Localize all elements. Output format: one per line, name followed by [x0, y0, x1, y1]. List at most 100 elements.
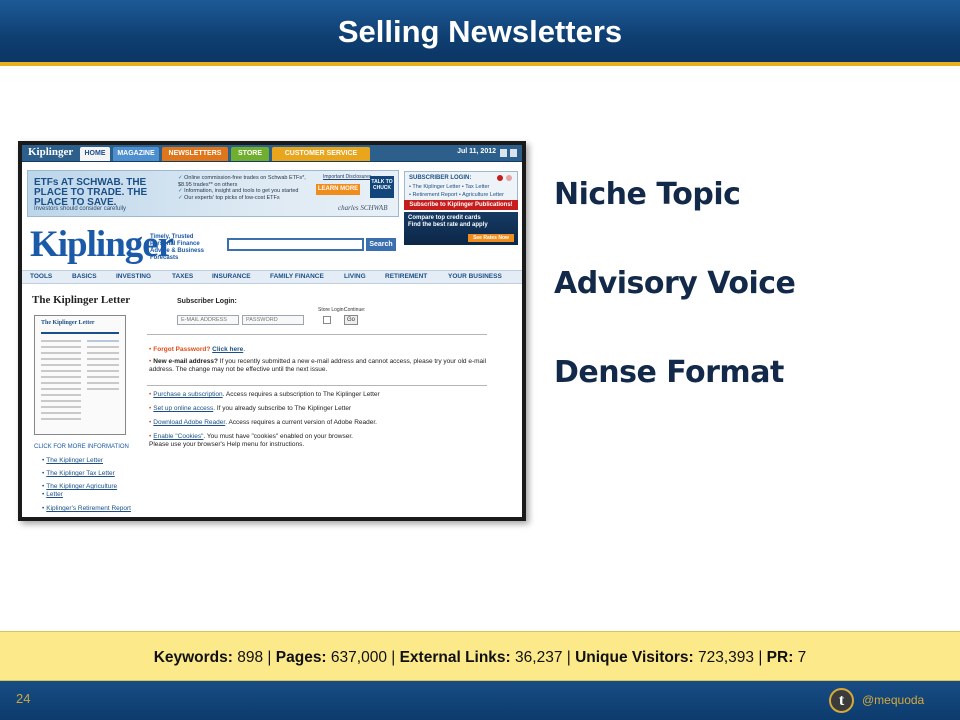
keywords-value: 898: [237, 649, 264, 666]
thumbnail-text: [41, 370, 81, 372]
continue-label: Continue:: [344, 307, 366, 313]
ad-headline: ETFs AT SCHWAB. THE PLACE TO TRADE. THE …: [34, 177, 148, 208]
thumbnail-text: [41, 376, 81, 378]
pages-label: Pages:: [275, 649, 327, 666]
point-dense-format: Dense Format: [554, 355, 784, 390]
tab-magazine[interactable]: MAGAZINE: [113, 147, 159, 161]
slide-header: Selling Newsletters: [0, 0, 960, 66]
tab-home[interactable]: HOME: [80, 147, 110, 161]
thumbnail-heading: The Kiplinger Letter: [41, 320, 95, 326]
ad-bullets: Online commission-free trades on Schwab …: [178, 175, 308, 201]
slide-footer: 24 t @mequoda: [0, 681, 960, 720]
letter-title: The Kiplinger Letter: [32, 294, 131, 306]
link-kiplinger-agriculture-letter-cont[interactable]: Letter: [42, 491, 63, 498]
thumbnail-text: [41, 406, 81, 408]
credit-card-ad[interactable]: Compare top credit cards Find the best r…: [404, 212, 518, 245]
thumbnail-text: [87, 370, 119, 372]
divider: [147, 385, 487, 386]
bullet-icon: •: [149, 346, 152, 353]
thumbnail-text: [41, 400, 81, 402]
stats-bar: Keywords: 898 | Pages: 637,000 | Externa…: [0, 631, 960, 681]
point-advisory-voice: Advisory Voice: [554, 266, 796, 301]
nav-taxes[interactable]: TAXES: [172, 273, 193, 280]
password-field[interactable]: PASSWORD: [242, 315, 304, 325]
kiplinger-date: Jul 11, 2012: [457, 148, 496, 155]
stats-text: Keywords: 898 | Pages: 637,000 | Externa…: [153, 649, 807, 666]
ad-bullet: Online commission-free trades on Schwab …: [178, 175, 308, 188]
setup-online-access-link[interactable]: Set up online access: [153, 405, 213, 412]
purchase-subscription-link[interactable]: Purchase a subscription: [153, 391, 222, 398]
thumbnail-text: [41, 394, 81, 396]
new-email-item: • New e-mail address? If you recently sub…: [149, 358, 489, 374]
point-niche-topic: Niche Topic: [554, 177, 741, 212]
nav-basics[interactable]: BASICS: [72, 273, 97, 280]
thumbnail-text: [41, 382, 81, 384]
cookies-item: • Enable "Cookies". You must have "cookie…: [149, 433, 489, 449]
nav-retirement[interactable]: RETIREMENT: [385, 273, 427, 280]
keywords-label: Keywords:: [153, 649, 233, 666]
forgot-password-item: • Forgot Password? Click here.: [149, 346, 489, 354]
pr-label: PR:: [766, 649, 794, 666]
cookies-text-line2: Please use your browser's Help menu for …: [149, 441, 305, 448]
cookies-text: . You must have "cookies" enabled on you…: [203, 433, 353, 440]
credit-ad-line: Compare top credit cards: [408, 215, 481, 221]
link-kiplinger-agriculture-letter[interactable]: The Kiplinger Agriculture: [42, 483, 117, 490]
adobe-item: • Download Adobe Reader. Access requires …: [149, 419, 489, 427]
text-size-icon[interactable]: [500, 149, 507, 157]
see-rates-button[interactable]: See Rates Now: [468, 234, 514, 242]
subscriber-login-line[interactable]: • The Kiplinger Letter • Tax Letter: [409, 184, 489, 190]
nav-your-business[interactable]: YOUR BUSINESS: [448, 273, 502, 280]
kiplinger-screenshot: Kiplinger HOME MAGAZINE NEWSLETTERS STOR…: [18, 141, 526, 521]
credit-ad-line: Find the best rate and apply: [408, 222, 488, 228]
bullet-icon: •: [149, 358, 152, 365]
nav-tools[interactable]: TOOLS: [30, 273, 52, 280]
red-dot-icon: [497, 175, 503, 181]
thumbnail-text: [41, 358, 81, 360]
search-input[interactable]: [227, 238, 364, 251]
download-adobe-reader-link[interactable]: Download Adobe Reader: [153, 419, 225, 426]
nav-family-finance[interactable]: FAMILY FINANCE: [270, 273, 324, 280]
unique-visitors-label: Unique Visitors:: [575, 649, 694, 666]
tab-customer-service[interactable]: CUSTOMER SERVICE: [272, 147, 370, 161]
ad-learn-more-button[interactable]: LEARN MORE: [316, 184, 360, 195]
ad-talk-to-chuck-badge[interactable]: TALK TO CHUCK: [370, 176, 394, 198]
search-button[interactable]: Search: [366, 238, 396, 251]
page-number: 24: [16, 691, 31, 706]
thumbnail-text: [87, 346, 119, 348]
ad-bullet: Information, insight and tools to get yo…: [178, 188, 308, 195]
nav-living[interactable]: LIVING: [344, 273, 366, 280]
nav-insurance[interactable]: INSURANCE: [212, 273, 251, 280]
subscribe-banner[interactable]: Subscribe to Kiplinger Publications!: [404, 200, 518, 210]
subscriber-login-label: Subscriber Login:: [177, 298, 237, 305]
bullet-icon: •: [149, 405, 152, 412]
ad-note: Investors should consider carefully: [34, 206, 127, 212]
letter-thumbnail[interactable]: The Kiplinger Letter: [34, 315, 126, 435]
pages-value: 637,000: [330, 649, 387, 666]
divider: [147, 334, 487, 335]
link-kiplinger-tax-letter[interactable]: The Kiplinger Tax Letter: [42, 470, 115, 477]
ad-disclosure-link[interactable]: Important Disclosures: [323, 174, 371, 180]
purchase-text: . Access requires a subscription to The …: [222, 391, 380, 398]
store-login-checkbox[interactable]: [323, 316, 331, 324]
tab-store[interactable]: STORE: [231, 147, 269, 161]
click-here-link[interactable]: Click here: [212, 346, 243, 353]
thumbnail-text: [41, 346, 81, 348]
link-kiplinger-letter[interactable]: The Kiplinger Letter: [42, 457, 103, 464]
ad-brand-logo: charles SCHWAB: [338, 204, 388, 212]
thumbnail-text: [41, 388, 81, 390]
nav-investing[interactable]: INVESTING: [116, 273, 151, 280]
go-button[interactable]: Go: [344, 315, 358, 325]
new-email-heading: New e-mail address?: [153, 358, 218, 365]
enable-cookies-link[interactable]: Enable "Cookies": [153, 433, 203, 440]
thumbnail-text: [41, 340, 81, 342]
print-icon[interactable]: [510, 149, 517, 157]
email-field[interactable]: E-MAIL ADDRESS: [177, 315, 239, 325]
twitter-handle[interactable]: @mequoda: [862, 693, 924, 707]
kiplinger-main-nav: TOOLS BASICS INVESTING TAXES INSURANCE F…: [22, 270, 522, 284]
twitter-icon[interactable]: t: [829, 688, 854, 713]
subscriber-login-line[interactable]: • Retirement Report • Agriculture Letter: [409, 192, 504, 198]
tab-newsletters[interactable]: NEWSLETTERS: [162, 147, 228, 161]
kiplinger-mini-logo: Kiplinger: [28, 146, 74, 158]
schwab-ad[interactable]: ETFs AT SCHWAB. THE PLACE TO TRADE. THE …: [27, 170, 399, 217]
link-retirement-report[interactable]: Kiplinger's Retirement Report: [42, 505, 131, 512]
